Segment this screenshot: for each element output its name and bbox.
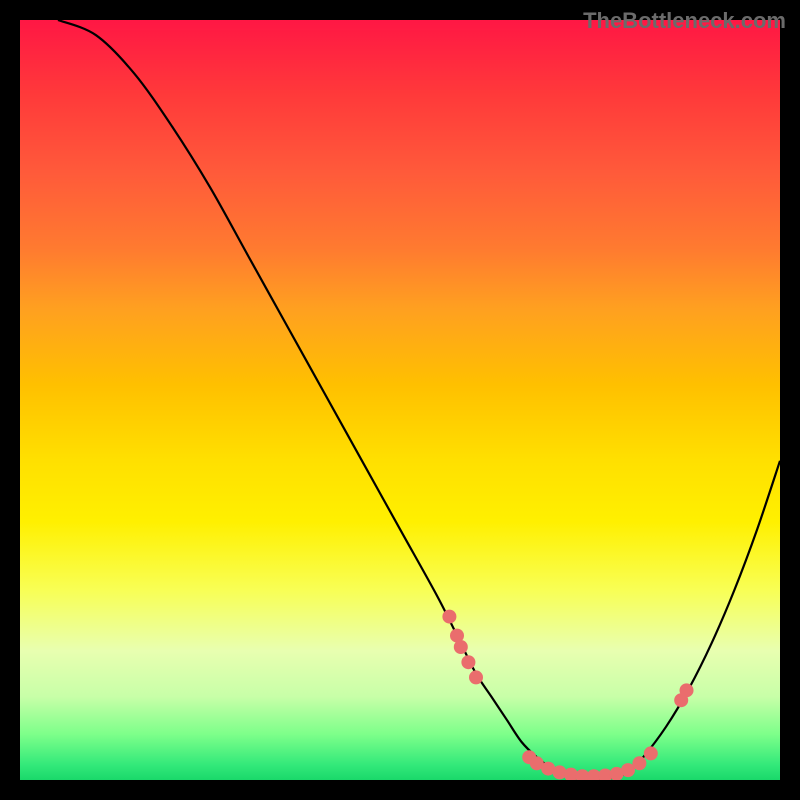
data-points-group: [442, 610, 693, 780]
data-point: [632, 756, 646, 770]
data-point: [461, 655, 475, 669]
data-point: [680, 683, 694, 697]
data-point: [469, 670, 483, 684]
curve-line: [58, 20, 780, 779]
data-point: [442, 610, 456, 624]
data-point: [644, 746, 658, 760]
chart-overlay: [20, 20, 780, 780]
chart-root: TheBottleneck.com: [0, 0, 800, 800]
data-point: [454, 640, 468, 654]
